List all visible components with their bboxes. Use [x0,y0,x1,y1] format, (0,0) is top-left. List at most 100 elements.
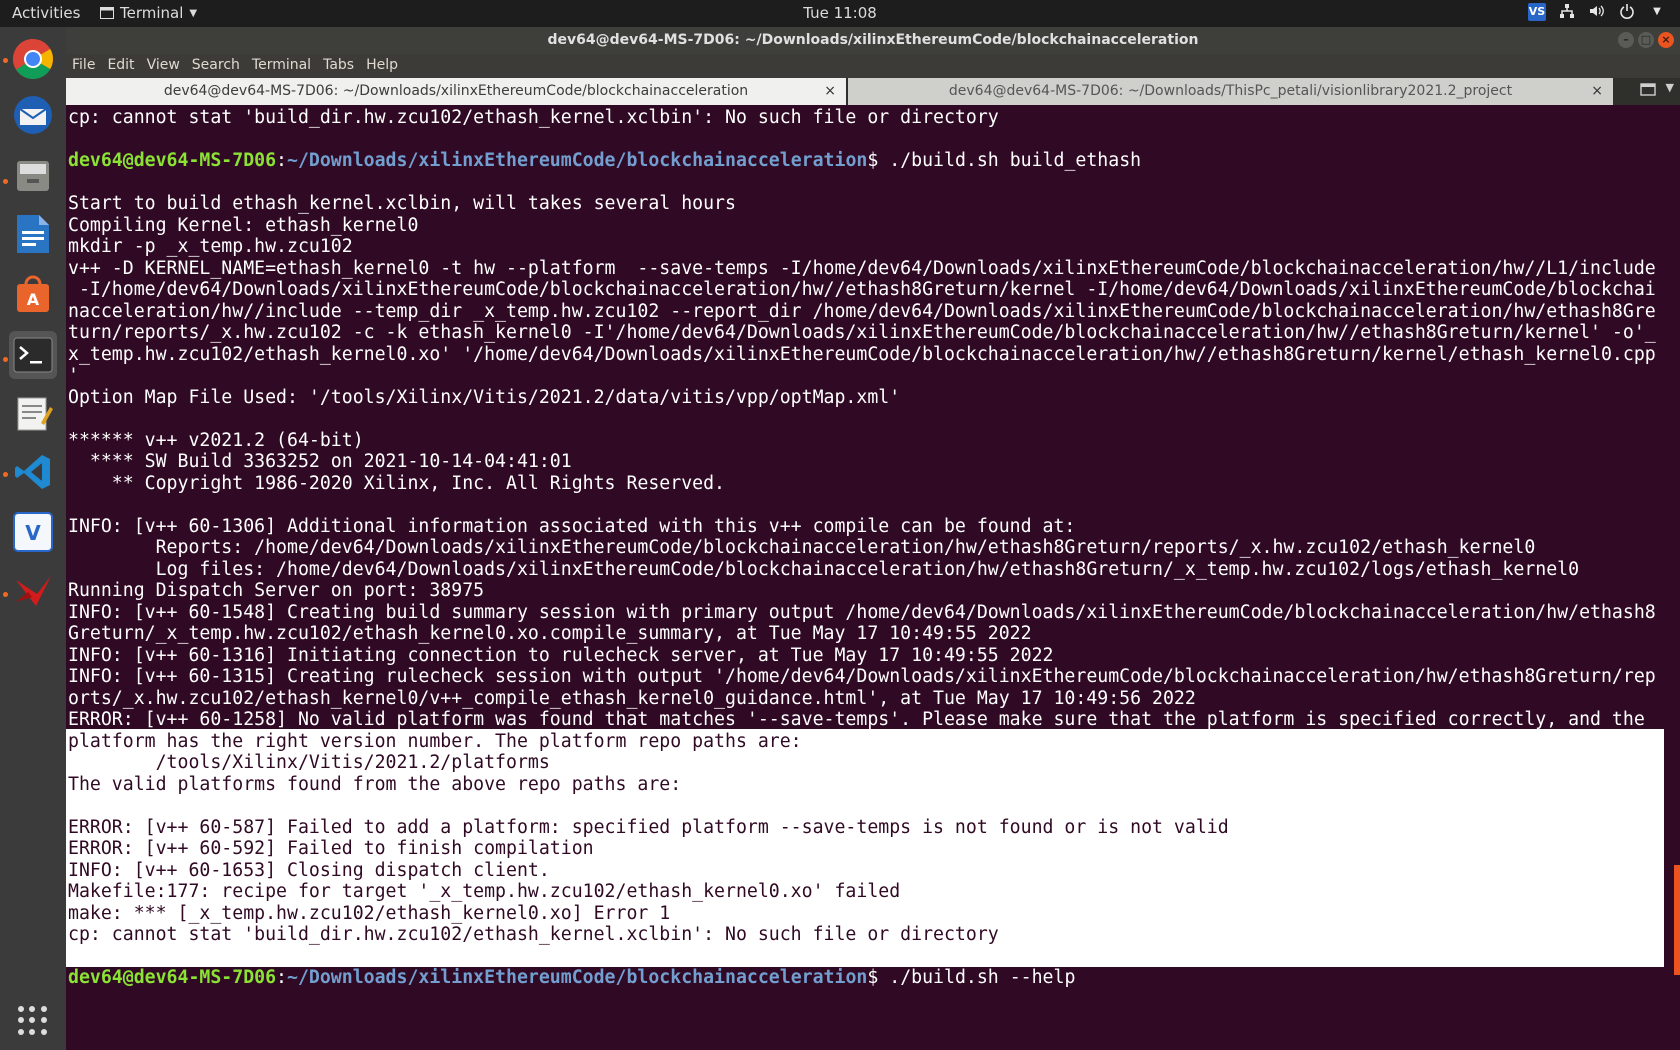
menu-tabs[interactable]: Tabs [317,54,360,78]
app-menu[interactable]: Terminal ▼ [100,4,197,22]
clock[interactable]: Tue 11:08 [0,4,1680,22]
vitis-icon[interactable]: V [9,508,57,556]
terminal-line: ' [68,365,79,386]
terminal-line: nacceleration/hw//include --temp_dir _x_… [68,300,1656,322]
vscode-icon[interactable] [9,448,57,496]
minimize-button[interactable]: – [1618,32,1634,48]
terminal-line: Start to build ethash_kernel.xclbin, wil… [68,193,736,214]
prompt-path: ~/Downloads/xilinxEthereumCode/blockchai… [287,967,868,988]
terminal-line: ****** v++ v2021.2 (64-bit) [68,429,364,451]
prompt-line: dev64@dev64-MS-7D06:~/Downloads/xilinxEt… [68,150,1141,172]
new-tab-icon[interactable] [1639,81,1656,101]
xilinx-icon[interactable] [9,568,57,616]
terminal-line: **** SW Build 3363252 on 2021-10-14-04:4… [68,451,572,472]
tab-label: dev64@dev64-MS-7D06: ~/Downloads/xilinxE… [163,83,749,99]
vitis-tray-icon[interactable]: VS [1528,3,1546,21]
close-icon[interactable]: × [1591,78,1603,105]
running-indicator [3,592,8,597]
running-indicator [3,472,8,477]
top-bar: Activities Terminal ▼ Tue 11:08 VS ▼ [0,0,1680,27]
scrollbar-thumb[interactable] [1674,865,1680,975]
svg-text:V: V [25,521,41,545]
network-icon[interactable] [1558,3,1576,21]
prompt-path: ~/Downloads/xilinxEthereumCode/blockchai… [287,150,868,171]
show-applications-icon[interactable] [18,1006,48,1036]
menu-terminal[interactable]: Terminal [246,54,317,78]
terminal-line: Reports: /home/dev64/Downloads/xilinxEth… [68,537,1536,558]
terminal-line: Option Map File Used: '/tools/Xilinx/Vit… [68,386,901,408]
menu-edit[interactable]: Edit [101,54,140,78]
menu-bar: File Edit View Search Terminal Tabs Help [66,54,1680,78]
menu-file[interactable]: File [66,54,101,78]
terminal-line: /tools/Xilinx/Vitis/2021.2/platforms [68,752,550,773]
system-tray[interactable]: VS ▼ [1528,3,1666,21]
chrome-icon[interactable] [9,35,57,83]
terminal-line: cp: cannot stat 'build_dir.hw.zcu102/eth… [68,924,999,945]
terminal-line: INFO: [v++ 60-1306] Additional informati… [68,515,1076,537]
terminal-line: ERROR: [v++ 60-1258] No valid platform w… [68,709,1645,730]
terminal-line: Running Dispatch Server on port: 38975 [68,580,485,601]
prompt-line: dev64@dev64-MS-7D06:~/Downloads/xilinxEt… [68,967,1075,989]
power-icon[interactable] [1618,3,1636,21]
terminal-line: ERROR: [v++ 60-587] Failed to add a plat… [68,816,1229,838]
terminal-app-icon [100,7,114,19]
running-indicator [3,357,8,362]
volume-icon[interactable] [1588,3,1606,21]
terminal-line: The valid platforms found from the above… [68,773,682,795]
text-editor-icon[interactable] [9,389,57,437]
dock: A V [0,27,66,1050]
tab-blockchainacceleration[interactable]: dev64@dev64-MS-7D06: ~/Downloads/xilinxE… [66,78,846,105]
terminal-line: cp: cannot stat 'build_dir.hw.zcu102/eth… [68,107,999,128]
tab-visionlibrary[interactable]: dev64@dev64-MS-7D06: ~/Downloads/ThisPc_… [848,78,1613,105]
prompt-separator: : [276,967,287,988]
menu-view[interactable]: View [141,54,186,78]
terminal-line: INFO: [v++ 60-1316] Initiating connectio… [68,644,1054,666]
window-title: dev64@dev64-MS-7D06: ~/Downloads/xilinxE… [547,32,1199,48]
terminal-line: x_temp.hw.zcu102/ethash_kernel0.xo' '/ho… [68,343,1656,365]
terminal-line: INFO: [v++ 60-1653] Closing dispatch cli… [68,859,550,881]
chevron-down-icon[interactable]: ▼ [1666,81,1674,101]
thunderbird-icon[interactable] [9,91,57,139]
terminal-line: Greturn/_x_temp.hw.zcu102/ethash_kernel0… [68,623,1032,644]
terminal-line: mkdir -p _x_temp.hw.zcu102 [68,236,353,257]
terminal-line: Makefile:177: recipe for target '_x_temp… [68,881,901,902]
terminal-line: -I/home/dev64/Downloads/xilinxEthereumCo… [68,279,1656,300]
tab-bar: dev64@dev64-MS-7D06: ~/Downloads/xilinxE… [66,78,1680,105]
tab-extras: ▼ [1639,81,1674,101]
software-center-icon[interactable]: A [9,270,57,318]
prompt-separator: : [276,150,287,171]
chevron-down-icon[interactable]: ▼ [1648,3,1666,21]
running-indicator [3,58,8,63]
svg-text:A: A [27,290,40,309]
prompt-command: $ ./build.sh --help [867,967,1076,988]
terminal-line: Compiling Kernel: ethash_kernel0 [68,214,419,236]
terminal-line: ** Copyright 1986-2020 Xilinx, Inc. All … [68,472,725,494]
terminal-output[interactable]: cp: cannot stat 'build_dir.hw.zcu102/eth… [66,105,1680,1050]
chevron-down-icon: ▼ [189,7,198,19]
menu-search[interactable]: Search [186,54,246,78]
menu-help[interactable]: Help [360,54,404,78]
writer-icon[interactable] [9,210,57,258]
prompt-user: dev64@dev64-MS-7D06 [68,967,277,988]
terminal-line: INFO: [v++ 60-1548] Creating build summa… [68,601,1656,623]
terminal-line: turn/reports/_x.hw.zcu102 -c -k ethash_k… [68,322,1656,343]
activities-button[interactable]: Activities [12,4,80,22]
files-icon[interactable] [9,151,57,199]
terminal-line: INFO: [v++ 60-1315] Creating rulecheck s… [68,666,1656,687]
window-titlebar[interactable]: dev64@dev64-MS-7D06: ~/Downloads/xilinxE… [66,27,1680,54]
maximize-button[interactable]: □ [1638,32,1654,48]
prompt-command: $ ./build.sh build_ethash [867,150,1142,171]
app-menu-label: Terminal [120,4,184,22]
running-indicator [3,179,8,184]
close-button[interactable]: × [1658,32,1674,48]
window-controls: – □ × [1618,32,1674,48]
terminal-window: dev64@dev64-MS-7D06: ~/Downloads/xilinxE… [66,27,1680,1050]
prompt-user: dev64@dev64-MS-7D06 [68,150,277,171]
terminal-line: v++ -D KERNEL_NAME=ethash_kernel0 -t hw … [68,257,1656,279]
terminal-icon[interactable] [9,331,57,379]
terminal-line: platform has the right version number. T… [68,730,802,752]
terminal-line: make: *** [_x_temp.hw.zcu102/ethash_kern… [68,902,671,924]
terminal-line: ERROR: [v++ 60-592] Failed to finish com… [68,838,594,859]
tab-label: dev64@dev64-MS-7D06: ~/Downloads/ThisPc_… [948,83,1513,99]
close-icon[interactable]: × [824,78,836,105]
